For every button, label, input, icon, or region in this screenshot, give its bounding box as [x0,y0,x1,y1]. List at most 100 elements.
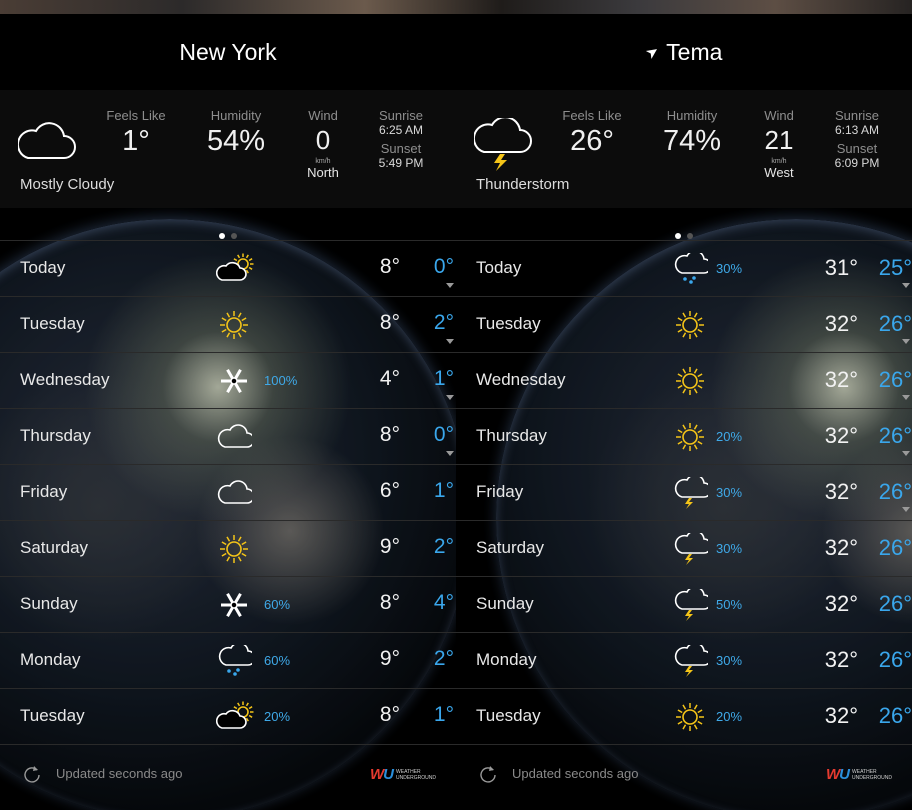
expand-caret-icon[interactable] [902,283,910,288]
current-weather-icon [16,118,78,168]
refresh-icon[interactable] [22,764,42,784]
expand-caret-icon[interactable] [446,451,454,456]
feels-like-block: Feels Like 26° [554,108,630,158]
forecast-row[interactable]: Monday 30% 32° 26° [456,632,912,688]
forecast-row[interactable]: Today 8° 0° [0,240,456,296]
sunset-time: 6:09 PM [834,156,880,170]
forecast-day: Friday [20,482,68,501]
footer: Updated seconds ago WU WEATHER UNDERGROUN… [456,754,912,794]
high-temp: 9° [379,535,400,558]
wind-direction: North [307,165,339,180]
forecast-row[interactable]: Tuesday 20% 32° 26° [456,688,912,745]
forecast-day: Monday [476,650,537,669]
snowflake-icon [216,365,252,397]
humidity-label: Humidity [210,108,262,123]
low-temp: 0° [433,423,454,446]
precip-chance: 60% [264,653,291,668]
thunderstorm-icon [672,586,712,621]
low-temp: 0° [433,255,454,278]
forecast-row[interactable]: Thursday 8° 0° [0,408,456,464]
precip-chance: 20% [264,709,291,724]
forecast-row[interactable]: Thursday 20% 32° 26° [456,408,912,464]
forecast-row[interactable]: Tuesday 20% 8° 1° [0,688,456,745]
forecast-row[interactable]: Friday 6° 1° [0,464,456,520]
low-temp: 26° [878,367,912,392]
current-conditions[interactable]: Thunderstorm Feels Like 26° Humidity 74%… [456,90,912,208]
city-panel-new-york[interactable]: New York Mostly Cloudy Feels Like 1° Hum… [0,14,456,810]
high-temp: 32° [824,647,858,672]
forecast-row[interactable]: Sunday 60% 8° 4° [0,576,456,632]
expand-caret-icon[interactable] [902,339,910,344]
city-panel-tema[interactable]: ➤ Tema Thunderstorm Feels Like 26° Humid… [456,14,912,810]
forecast-row[interactable]: Saturday 30% 32° 26° [456,520,912,576]
forecast-day: Tuesday [20,706,85,725]
feels-like-value: 26° [570,125,614,157]
forecast-row[interactable]: Today 30% 31° 25° [456,240,912,296]
wunderground-logo[interactable]: WU WEATHER UNDERGROUND [370,766,436,783]
sun-times-block: Sunrise 6:13 AM Sunset 6:09 PM [816,108,898,170]
low-temp: 1° [433,367,454,390]
forecast-row[interactable]: Saturday 9° 2° [0,520,456,576]
wunderground-logo[interactable]: WU WEATHER UNDERGROUND [826,766,892,783]
humidity-block: Humidity 54% [198,108,274,158]
low-temp: 25° [878,255,912,280]
low-temp: 1° [433,703,454,726]
forecast-day: Thursday [20,426,91,445]
current-conditions[interactable]: Mostly Cloudy Feels Like 1° Humidity 54%… [0,90,456,208]
expand-caret-icon[interactable] [902,395,910,400]
feels-like-label: Feels Like [106,108,166,123]
current-weather-icon [472,116,534,171]
page-dot-active[interactable] [675,233,681,239]
wind-direction: West [764,165,794,180]
wind-unit: km/h [315,158,331,165]
low-temp: 2° [433,311,454,334]
sunrise-time: 6:13 AM [834,123,880,137]
expand-caret-icon[interactable] [446,339,454,344]
low-temp: 26° [878,703,912,728]
wu-text: WEATHER UNDERGROUND [852,768,893,781]
wind-block: Wind 0 km/h North [294,108,352,180]
sunset-label: Sunset [380,141,422,156]
high-temp: 8° [379,311,400,334]
wind-unit: km/h [771,158,787,165]
location-arrow-icon: ➤ [642,41,663,63]
page-dot[interactable] [231,233,237,239]
humidity-value: 74% [662,125,722,157]
expand-caret-icon[interactable] [446,395,454,400]
high-temp: 32° [824,423,858,448]
wind-speed: 21 [764,125,794,155]
forecast-day: Sunday [476,594,534,613]
forecast-row[interactable]: Wednesday 100% 4° 1° [0,352,456,408]
wind-speed: 0 [315,125,331,155]
forecast-row[interactable]: Monday 60% 9° 2° [0,632,456,688]
expand-caret-icon[interactable] [902,451,910,456]
expand-caret-icon[interactable] [902,507,910,512]
page-dot-active[interactable] [219,233,225,239]
forecast-row[interactable]: Wednesday 32° 26° [456,352,912,408]
sunset-time: 5:49 PM [378,156,424,170]
low-temp: 2° [433,535,454,558]
condition-text: Mostly Cloudy [20,176,115,193]
partly-cloudy-icon [215,253,254,285]
high-temp: 32° [824,703,858,728]
forecast-row[interactable]: Tuesday 32° 26° [456,296,912,352]
forecast-day: Monday [20,650,81,669]
sun-icon [672,365,708,397]
sun-icon [216,533,252,565]
high-temp: 8° [379,255,400,278]
snowflake-icon [216,589,252,621]
refresh-icon[interactable] [478,764,498,784]
forecast-row[interactable]: Friday 30% 32° 26° [456,464,912,520]
page-dot[interactable] [687,233,693,239]
high-temp: 8° [379,591,400,614]
partly-cloudy-icon [215,701,254,733]
forecast-row[interactable]: Tuesday 8° 2° [0,296,456,352]
sun-icon [672,421,708,453]
forecast-row[interactable]: Sunday 50% 32° 26° [456,576,912,632]
low-temp: 26° [878,535,912,560]
high-temp: 32° [824,311,858,336]
expand-caret-icon[interactable] [446,283,454,288]
high-temp: 31° [824,255,858,280]
forecast-day: Tuesday [476,314,541,333]
precip-chance: 30% [716,485,743,500]
